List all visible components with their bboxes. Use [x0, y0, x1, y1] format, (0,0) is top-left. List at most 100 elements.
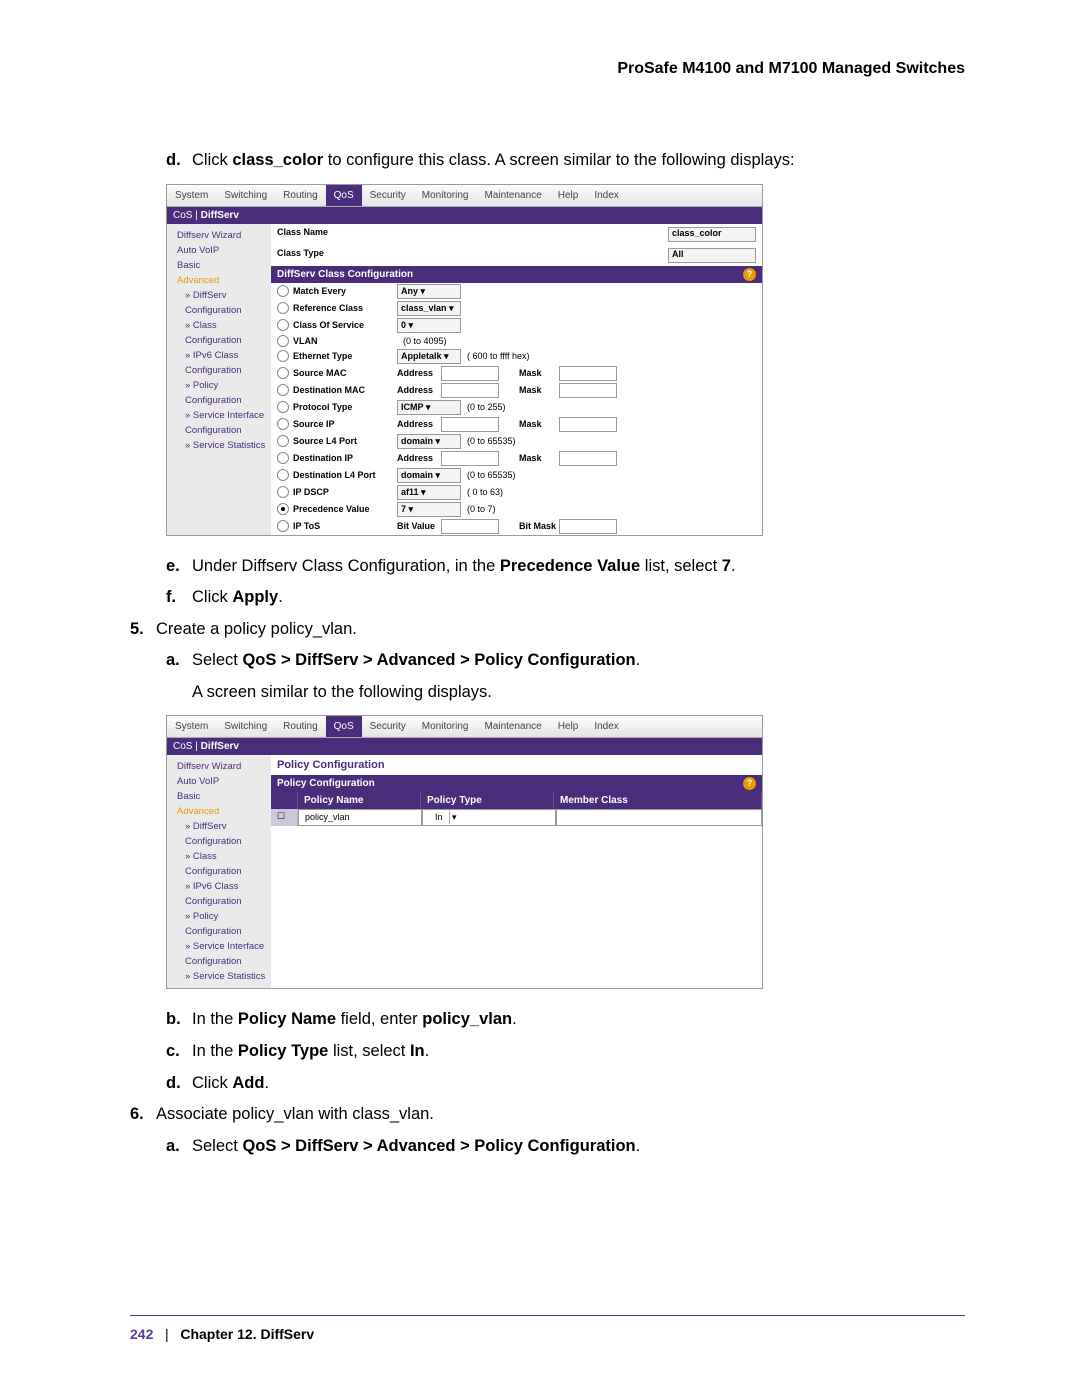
addr-label: Address	[397, 419, 441, 429]
radio-option[interactable]	[277, 401, 289, 413]
tab-switching[interactable]: Switching	[216, 716, 275, 737]
select-field[interactable]: domain ▾	[397, 434, 461, 449]
radio-option[interactable]	[277, 452, 289, 464]
side-item[interactable]: » DiffServ	[167, 819, 271, 834]
tab-index[interactable]: Index	[586, 716, 626, 737]
option-label: Destination IP	[293, 453, 397, 463]
side-item[interactable]: Diffserv Wizard	[167, 228, 271, 243]
t: In	[429, 810, 450, 824]
radio-option[interactable]	[277, 435, 289, 447]
tab-monitoring[interactable]: Monitoring	[414, 716, 477, 737]
radio-option[interactable]	[277, 319, 289, 331]
crumb-diffserv[interactable]: DiffServ	[201, 210, 239, 221]
t: DiffServ Class Configuration	[277, 269, 413, 280]
side-item[interactable]: » Class	[167, 318, 271, 333]
option-label: VLAN	[293, 336, 397, 346]
mask-input[interactable]	[559, 383, 617, 398]
crumb-cos[interactable]: CoS	[173, 741, 192, 752]
select-field[interactable]: ICMP ▾	[397, 400, 461, 415]
policy-type-select[interactable]: In ▾	[422, 809, 556, 826]
tab-monitoring[interactable]: Monitoring	[414, 185, 477, 206]
radio-option[interactable]	[277, 302, 289, 314]
select-field[interactable]: af11 ▾	[397, 485, 461, 500]
side-item[interactable]: » Service Statistics	[167, 969, 271, 984]
radio-option[interactable]	[277, 486, 289, 498]
help-icon[interactable]: ?	[743, 777, 756, 790]
tab-qos[interactable]: QoS	[326, 185, 362, 206]
radio-option[interactable]	[277, 335, 289, 347]
addr-input[interactable]	[441, 417, 499, 432]
select-field[interactable]: Appletalk ▾	[397, 349, 461, 364]
side-item[interactable]: » Service Interface	[167, 408, 271, 423]
select-field[interactable]: 0 ▾	[397, 318, 461, 333]
select-field[interactable]: 7 ▾	[397, 502, 461, 517]
radio-option[interactable]	[277, 285, 289, 297]
side-item[interactable]: » Class	[167, 849, 271, 864]
tab-help[interactable]: Help	[550, 716, 587, 737]
mask-input[interactable]	[559, 519, 617, 534]
member-class-select[interactable]	[556, 809, 762, 826]
table-row: ☐ policy_vlan In ▾	[271, 809, 762, 826]
side-item[interactable]: Auto VoIP	[167, 243, 271, 258]
addr-input[interactable]	[441, 366, 499, 381]
mask-input[interactable]	[559, 366, 617, 381]
side-item[interactable]: » Service Statistics	[167, 438, 271, 453]
select-field[interactable]: domain ▾	[397, 468, 461, 483]
addr-input[interactable]	[441, 519, 499, 534]
range-note: (0 to 4095)	[403, 336, 447, 346]
crumb-cos[interactable]: CoS	[173, 210, 192, 221]
addr-label: Bit Value	[397, 521, 441, 531]
side-item[interactable]: Basic	[167, 789, 271, 804]
config-row: Source IPAddressMask	[271, 416, 762, 433]
tab-routing[interactable]: Routing	[275, 185, 325, 206]
select-field[interactable]: Any ▾	[397, 284, 461, 299]
tab-index[interactable]: Index	[586, 185, 626, 206]
side-item[interactable]: Advanced	[167, 804, 271, 819]
step-6a: a. Select QoS > DiffServ > Advanced > Po…	[166, 1134, 965, 1160]
crumb-diffserv[interactable]: DiffServ	[201, 741, 239, 752]
side-item[interactable]: Auto VoIP	[167, 774, 271, 789]
policy-name-field[interactable]: policy_vlan	[298, 809, 422, 826]
tab-maintenance[interactable]: Maintenance	[476, 716, 549, 737]
tab-security[interactable]: Security	[362, 185, 414, 206]
side-item[interactable]: Basic	[167, 258, 271, 273]
mask-label: Mask	[519, 453, 559, 463]
side-item[interactable]: » Policy	[167, 378, 271, 393]
row-checkbox[interactable]: ☐	[271, 809, 298, 826]
tab-bar: System Switching Routing QoS Security Mo…	[167, 716, 762, 738]
tab-help[interactable]: Help	[550, 185, 587, 206]
tab-routing[interactable]: Routing	[275, 716, 325, 737]
mask-input[interactable]	[559, 451, 617, 466]
addr-input[interactable]	[441, 451, 499, 466]
addr-input[interactable]	[441, 383, 499, 398]
radio-option[interactable]	[277, 520, 289, 532]
class-name-field[interactable]: class_color	[668, 227, 756, 242]
config-row: Class Of Service0 ▾	[271, 317, 762, 334]
radio-option[interactable]	[277, 384, 289, 396]
tab-switching[interactable]: Switching	[216, 185, 275, 206]
side-item[interactable]: Advanced	[167, 273, 271, 288]
radio-option[interactable]	[277, 350, 289, 362]
side-item[interactable]: » IPv6 Class	[167, 348, 271, 363]
radio-option[interactable]	[277, 503, 289, 515]
side-item[interactable]: » IPv6 Class	[167, 879, 271, 894]
tab-maintenance[interactable]: Maintenance	[476, 185, 549, 206]
tab-qos[interactable]: QoS	[326, 716, 362, 737]
side-item[interactable]: » Service Interface	[167, 939, 271, 954]
tab-system[interactable]: System	[167, 185, 216, 206]
help-icon[interactable]: ?	[743, 268, 756, 281]
side-item[interactable]: Diffserv Wizard	[167, 759, 271, 774]
side-item: Configuration	[167, 894, 271, 909]
t: Policy Configuration	[277, 778, 375, 789]
radio-option[interactable]	[277, 418, 289, 430]
side-item[interactable]: » DiffServ	[167, 288, 271, 303]
select-field[interactable]: class_vlan ▾	[397, 301, 461, 316]
class-type-field[interactable]: All	[668, 248, 756, 263]
radio-option[interactable]	[277, 469, 289, 481]
radio-option[interactable]	[277, 367, 289, 379]
side-item[interactable]: » Policy	[167, 909, 271, 924]
t: A screen similar to the following displa…	[192, 680, 965, 706]
mask-input[interactable]	[559, 417, 617, 432]
tab-system[interactable]: System	[167, 716, 216, 737]
tab-security[interactable]: Security	[362, 716, 414, 737]
